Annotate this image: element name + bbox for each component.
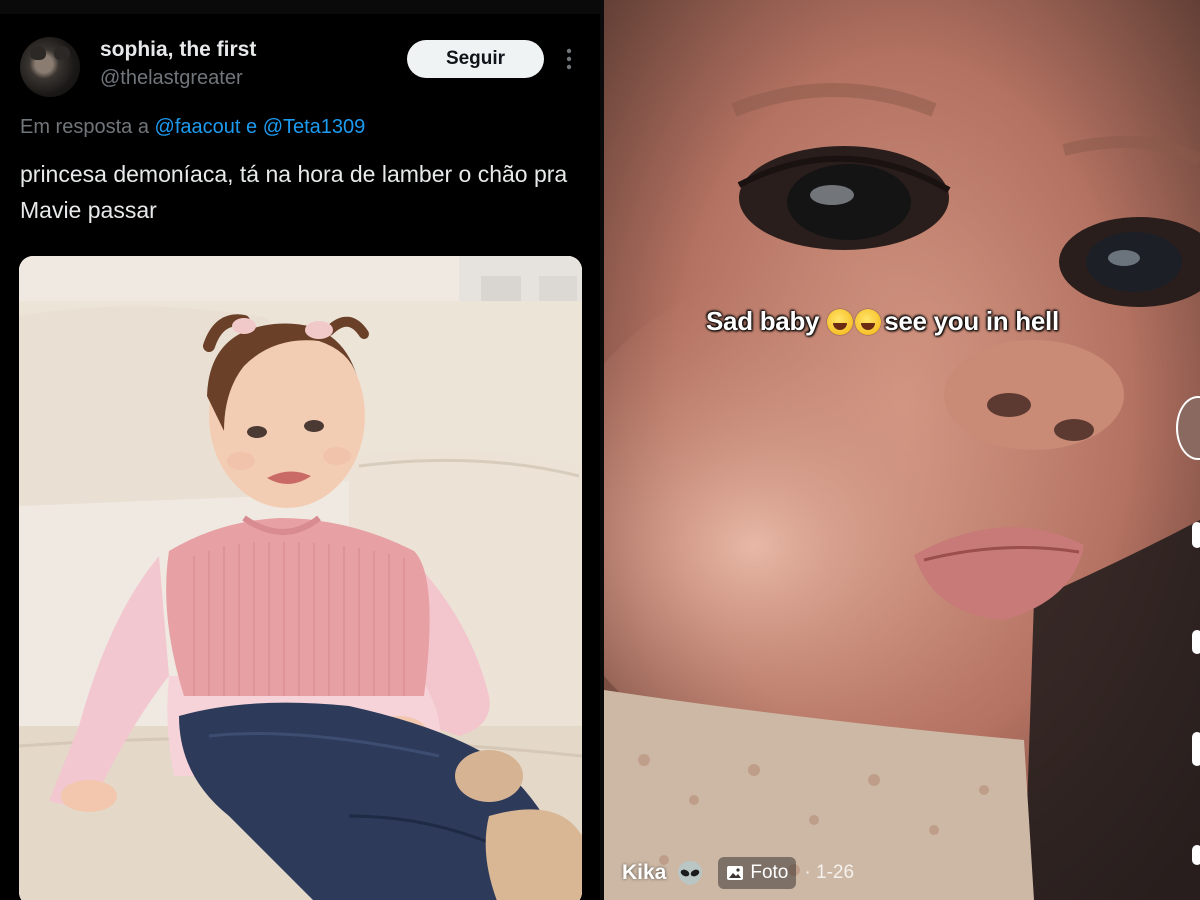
author-handle[interactable]: @thelastgreater	[100, 67, 243, 90]
like-icon[interactable]	[1192, 522, 1200, 548]
mention-link-teta1309[interactable]: @Teta1309	[263, 116, 366, 138]
reply-joiner: e	[246, 116, 258, 138]
photo-icon	[726, 865, 744, 881]
status-strip	[0, 0, 600, 14]
more-vertical-icon[interactable]	[560, 45, 578, 73]
mention-link-faacout[interactable]: @faacout	[155, 116, 241, 138]
author-avatar[interactable]	[20, 37, 80, 97]
video-caption: Sad baby see you in hell	[706, 306, 1059, 337]
tweet-photo[interactable]	[19, 256, 582, 900]
follow-button[interactable]: Seguir	[407, 40, 544, 78]
video-frame	[604, 0, 1200, 900]
photo-mode-label: Foto	[750, 862, 789, 883]
comment-icon[interactable]	[1192, 630, 1200, 654]
photo-counter: · 1-26	[804, 862, 855, 883]
author-display-name[interactable]: sophia, the first	[100, 38, 256, 62]
photo-mode-chip[interactable]: Foto	[718, 857, 797, 889]
video-info-bar: Kika Foto · 1-26	[604, 846, 1200, 900]
laughing-tears-emoji-icon	[827, 309, 854, 335]
reply-context: Em resposta a @faacout e @Teta1309	[20, 116, 365, 139]
caption-text-1: Sad baby	[706, 306, 820, 336]
bookmark-icon[interactable]	[1192, 732, 1200, 766]
video-panel[interactable]: Sad baby see you in hell Kika Foto · 1-2…	[604, 0, 1200, 900]
caption-text-2: see you in hell	[884, 306, 1059, 336]
video-author-name[interactable]: Kika	[622, 861, 666, 885]
crying-emoji-icon	[855, 309, 882, 335]
tweet-text: princesa demoníaca, tá na hora de lamber…	[20, 161, 568, 223]
tweet-panel: sophia, the first @thelastgreater Seguir…	[0, 0, 600, 900]
alien-icon	[676, 860, 704, 886]
reply-prefix: Em resposta a	[20, 116, 149, 138]
